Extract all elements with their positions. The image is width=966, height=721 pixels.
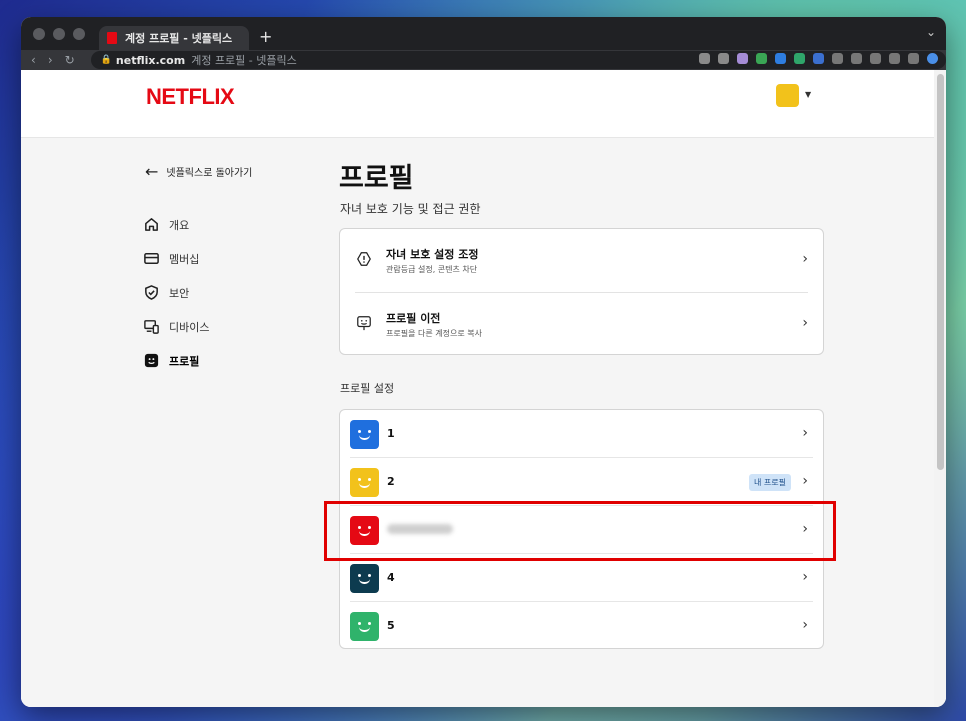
profile-name: 1: [387, 427, 395, 440]
url-domain: netflix.com: [115, 53, 186, 67]
account-content: ← 넷플릭스로 돌아가기 개요 멤버십 보안 디바이스 프로필 프로필 자녀 보…: [21, 138, 934, 707]
profile-name: 2: [387, 475, 395, 488]
setting-subtitle: 프로필을 다른 계정으로 복사: [386, 329, 482, 338]
section-parental-label: 자녀 보호 기능 및 접근 권한: [340, 202, 481, 216]
scrollbar[interactable]: [934, 70, 946, 707]
devices-icon: [144, 320, 159, 334]
netflix-page: NETFLIX ▼ ← 넷플릭스로 돌아가기 개요 멤버십 보안 디바이스 프로…: [21, 70, 946, 707]
profiles-card: 1 › 2 내 프로필 › › 4 › 5 ›: [339, 409, 824, 649]
netflix-logo[interactable]: NETFLIX: [146, 84, 235, 110]
extension-icon[interactable]: [889, 53, 900, 64]
profile-row-2[interactable]: 2 내 프로필 ›: [340, 458, 823, 506]
reload-icon[interactable]: ↻: [65, 53, 75, 67]
browser-window: 계정 프로필 - 넷플릭스 + ⌄ ‹ › ↻ 🔒 netflix.com 계정…: [21, 17, 946, 707]
tab-search-icon[interactable]: ⌄: [926, 25, 936, 39]
profile-transfer-icon: [357, 316, 371, 331]
sidebar-item-security[interactable]: 보안: [143, 284, 189, 301]
forward-icon[interactable]: ›: [48, 53, 53, 67]
address-bar[interactable]: 🔒 netflix.com 계정 프로필 - 넷플릭스: [90, 51, 946, 69]
sidebar-item-profiles[interactable]: 프로필: [143, 352, 199, 369]
sidebar-item-devices[interactable]: 디바이스: [143, 318, 209, 335]
sidebar-icon[interactable]: [908, 53, 919, 64]
active-tab[interactable]: 계정 프로필 - 넷플릭스: [99, 26, 249, 50]
chevron-right-icon: ›: [802, 473, 808, 489]
sidebar-item-label: 프로필: [169, 354, 200, 368]
extension-icon[interactable]: [756, 53, 767, 64]
chevron-right-icon: ›: [802, 425, 808, 441]
my-profile-badge: 내 프로필: [749, 474, 791, 491]
site-header: NETFLIX ▼: [21, 70, 946, 138]
tab-title: 계정 프로필 - 넷플릭스: [125, 32, 233, 45]
back-label: 넷플릭스로 돌아가기: [166, 168, 253, 179]
profile-avatar: [350, 564, 379, 593]
profile-icon: [144, 353, 159, 368]
address-row: ‹ › ↻ 🔒 netflix.com 계정 프로필 - 넷플릭스: [21, 50, 946, 70]
home-icon: [145, 218, 158, 231]
profile-avatar-icon[interactable]: [927, 53, 938, 64]
sidebar-item-label: 개요: [169, 218, 190, 232]
setting-title: 자녀 보호 설정 조정: [386, 248, 479, 261]
download-icon[interactable]: [851, 53, 862, 64]
chevron-right-icon: ›: [802, 521, 808, 537]
sidebar-item-label: 멤버십: [169, 252, 200, 266]
profile-row-5[interactable]: 5 ›: [340, 602, 823, 650]
scrollbar-thumb[interactable]: [937, 74, 944, 470]
extension-icon[interactable]: [870, 53, 881, 64]
caret-down-icon[interactable]: ▼: [805, 90, 811, 99]
back-to-netflix-link[interactable]: ← 넷플릭스로 돌아가기: [145, 162, 252, 181]
profile-avatar: [350, 468, 379, 497]
profile-row-3[interactable]: ›: [340, 506, 823, 554]
section-profiles-label: 프로필 설정: [340, 382, 395, 395]
profile-row-1[interactable]: 1 ›: [340, 410, 823, 458]
profile-avatar: [350, 420, 379, 449]
parental-controls-row[interactable]: 자녀 보호 설정 조정 관람등급 설정, 콘텐츠 차단 ›: [340, 229, 823, 291]
warning-icon: [357, 252, 371, 266]
chevron-right-icon: ›: [802, 315, 808, 331]
chevron-right-icon: ›: [802, 251, 808, 267]
arrow-left-icon: ←: [145, 162, 159, 181]
extension-icon[interactable]: [775, 53, 786, 64]
tab-bar: 계정 프로필 - 넷플릭스 + ⌄: [21, 17, 946, 50]
setting-title: 프로필 이전: [386, 312, 441, 325]
profile-avatar: [350, 516, 379, 545]
page-title: 프로필: [339, 163, 414, 194]
sidebar-item-label: 디바이스: [169, 320, 210, 334]
extension-icon[interactable]: [737, 53, 748, 64]
account-avatar[interactable]: [776, 84, 799, 107]
extension-icon[interactable]: [794, 53, 805, 64]
sidebar-item-label: 보안: [169, 286, 190, 300]
sidebar-item-overview[interactable]: 개요: [143, 216, 189, 233]
bookmark-icon[interactable]: [718, 53, 729, 64]
card-icon: [144, 253, 159, 264]
profile-avatar: [350, 612, 379, 641]
back-icon[interactable]: ‹: [31, 53, 36, 67]
url-title: 계정 프로필 - 넷플릭스: [191, 54, 297, 67]
chevron-right-icon: ›: [802, 617, 808, 633]
extensions-bar: [699, 53, 938, 64]
lock-icon: 🔒: [100, 55, 112, 65]
netflix-favicon-icon: [107, 32, 117, 44]
window-controls[interactable]: [33, 27, 85, 40]
shield-icon: [145, 285, 158, 300]
profile-name: 5: [387, 619, 395, 632]
profile-name: 4: [387, 571, 395, 584]
parental-settings-card: 자녀 보호 설정 조정 관람등급 설정, 콘텐츠 차단 › 프로필 이전 프로필…: [339, 228, 824, 355]
setting-subtitle: 관람등급 설정, 콘텐츠 차단: [386, 265, 478, 274]
sidebar-item-membership[interactable]: 멤버십: [143, 250, 199, 267]
chevron-right-icon: ›: [802, 569, 808, 585]
blurred-profile-name: [387, 524, 453, 534]
profile-row-4[interactable]: 4 ›: [340, 554, 823, 602]
profile-transfer-row[interactable]: 프로필 이전 프로필을 다른 계정으로 복사 ›: [340, 293, 823, 355]
extension-icon[interactable]: [813, 53, 824, 64]
share-icon[interactable]: [699, 53, 710, 64]
new-tab-button[interactable]: +: [259, 27, 272, 46]
extension-icon[interactable]: [832, 53, 843, 64]
